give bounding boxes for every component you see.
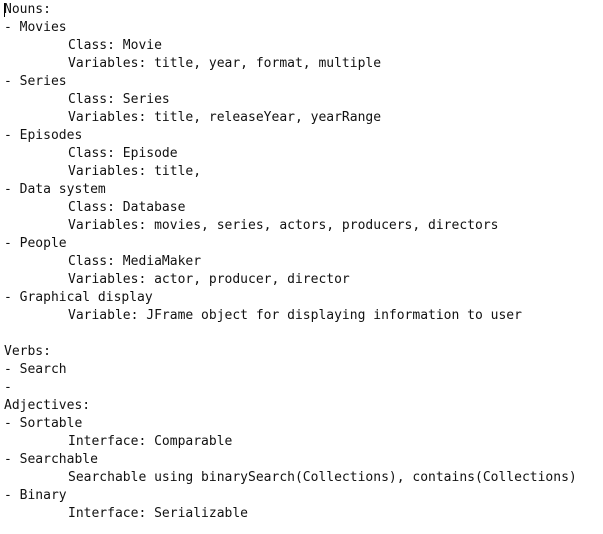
text-line: Variables: actor, producer, director [68,272,350,287]
text-line: Nouns: [4,2,51,17]
text-line: - Searchable [4,452,98,467]
text-editor-area[interactable]: Nouns: - Movies Class: Movie Variables: tit… [4,1,600,523]
text-line: - [4,380,12,395]
text-line: Class: Database [68,200,186,215]
text-line: Interface: Comparable [68,434,233,449]
text-line: - Sortable [4,416,83,431]
text-line: Variables: title, [68,164,202,179]
text-line: Class: Movie [68,38,162,53]
text-line: - Episodes [4,128,83,143]
text-line: Searchable using binarySearch(Collection… [68,470,577,485]
text-line: Adjectives: [4,398,91,413]
text-line: - People [4,236,67,251]
text-line: Variables: movies, series, actors, produ… [68,218,499,233]
text-line: Variables: title, year, format, multiple [68,56,382,71]
text-line: Class: MediaMaker [68,254,202,269]
text-line: Variables: title, releaseYear, yearRange [68,110,382,125]
text-line: Verbs: [4,344,51,359]
text-line: Interface: Serializable [68,506,249,521]
text-line: - Search [4,362,67,377]
text-line: - Data system [4,182,106,197]
text-line: - Series [4,74,67,89]
text-line: - Graphical display [4,290,153,305]
text-line: - Movies [4,20,67,35]
text-line: Variable: JFrame object for displaying i… [68,308,522,323]
text-line: Class: Series [68,92,170,107]
text-line: Class: Episode [68,146,178,161]
text-line: - Binary [4,488,67,503]
